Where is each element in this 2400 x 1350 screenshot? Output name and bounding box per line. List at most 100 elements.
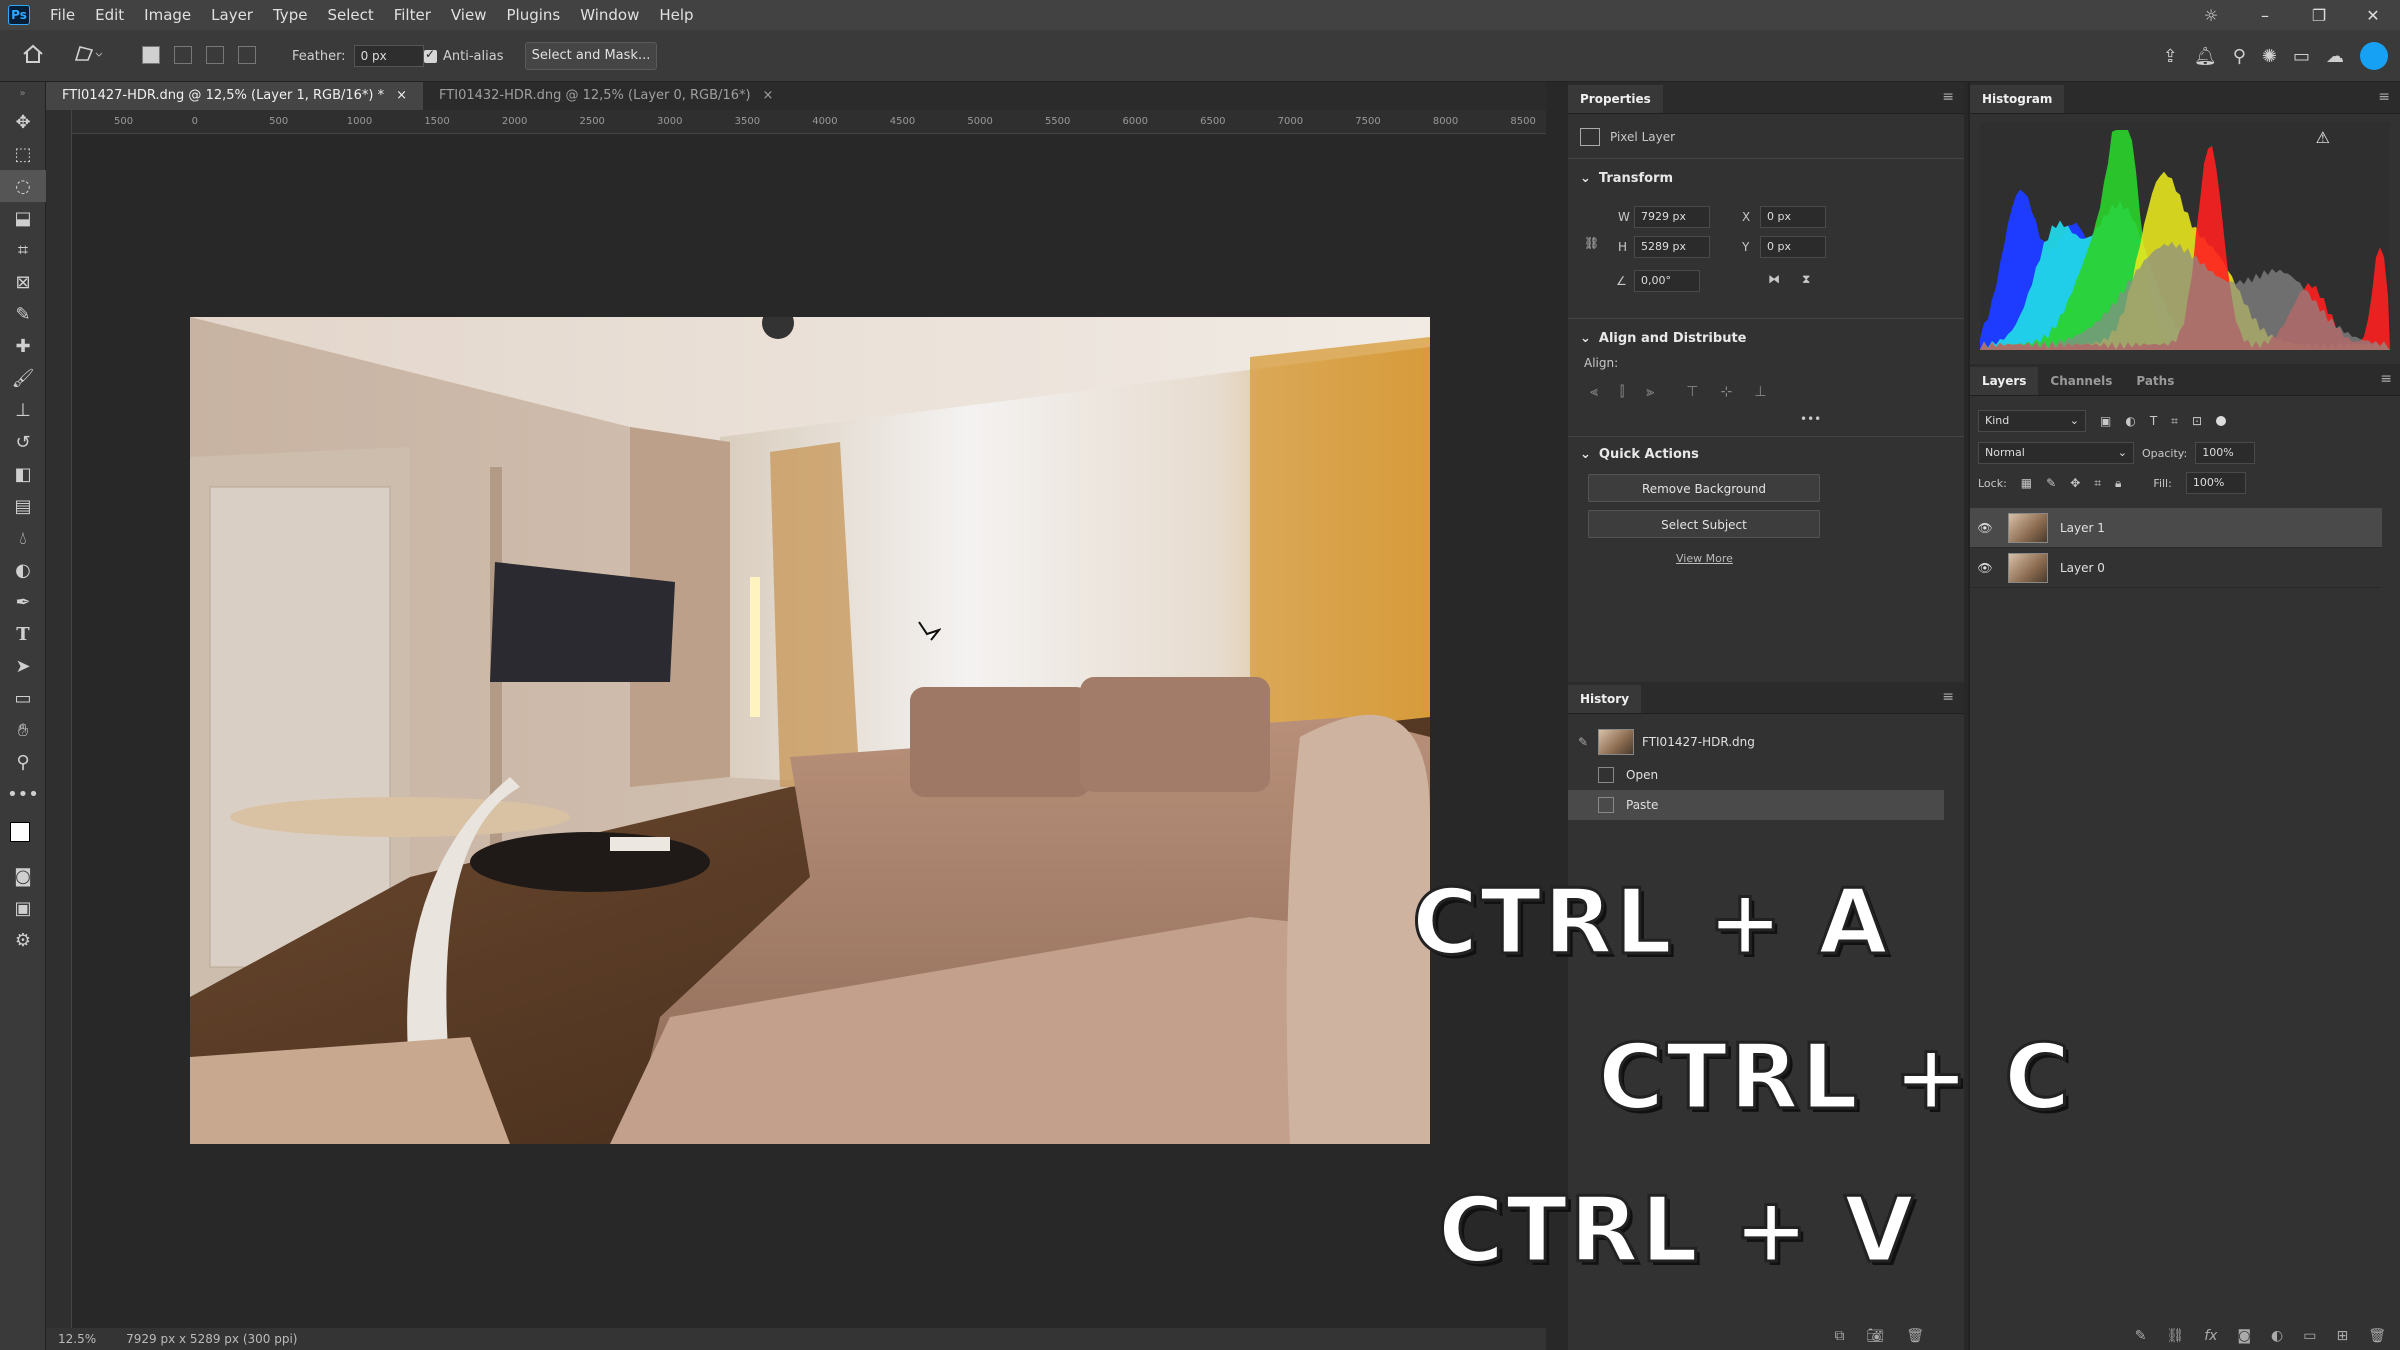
- close-icon[interactable]: ✕: [2346, 6, 2400, 25]
- tab-close-icon[interactable]: ×: [396, 82, 407, 110]
- remove-background-button[interactable]: Remove Background: [1588, 474, 1820, 502]
- align-left-icon[interactable]: ⫷: [1590, 384, 1598, 400]
- menu-type[interactable]: Type: [263, 0, 317, 30]
- workspace-icon[interactable]: ▭: [2293, 46, 2310, 67]
- select-subject-button[interactable]: Select Subject: [1588, 510, 1820, 538]
- history-step[interactable]: Paste: [1568, 790, 1944, 820]
- align-right-icon[interactable]: ⫸: [1646, 384, 1654, 400]
- blend-mode-select[interactable]: Normal ⌄: [1978, 442, 2134, 464]
- adjustment-layer-icon[interactable]: ◐: [2271, 1328, 2283, 1344]
- rectangle-tool-icon[interactable]: ▭: [0, 682, 46, 714]
- align-center-h-icon[interactable]: ⫿: [1620, 384, 1624, 400]
- panel-menu-icon[interactable]: ≡: [1942, 689, 1954, 705]
- opacity-field[interactable]: 100%: [2195, 442, 2256, 464]
- panel-menu-icon[interactable]: ≡: [2380, 371, 2392, 387]
- lightbulb-icon[interactable]: ✺: [2262, 46, 2277, 67]
- menu-file[interactable]: File: [40, 0, 85, 30]
- eraser-tool-icon[interactable]: ◧: [0, 458, 46, 490]
- visibility-eye-icon[interactable]: 👁︎: [1970, 521, 2000, 535]
- layer-row-layer-0[interactable]: 👁︎ Layer 0: [1970, 548, 2382, 588]
- path-selection-icon[interactable]: ➤: [0, 650, 46, 682]
- marquee-tool-icon[interactable]: ⬚: [0, 138, 46, 170]
- intersect-selection-icon[interactable]: [238, 46, 256, 64]
- more-options-icon[interactable]: •••: [1800, 412, 1952, 426]
- tab-paths[interactable]: Paths: [2124, 367, 2186, 395]
- eyedropper-tool-icon[interactable]: ✎: [0, 298, 46, 330]
- gradient-tool-icon[interactable]: ▤: [0, 490, 46, 522]
- y-field[interactable]: 0 px: [1760, 236, 1826, 258]
- brush-tool-icon[interactable]: 🖌︎: [0, 362, 46, 394]
- history-snapshot[interactable]: ✎ FTI01427-HDR.dng: [1568, 724, 1944, 760]
- history-step[interactable]: Open: [1568, 760, 1944, 790]
- antialias-checkbox[interactable]: [424, 47, 437, 63]
- tab-close-icon[interactable]: ×: [763, 82, 774, 110]
- tab-history[interactable]: History: [1568, 685, 1642, 713]
- lock-transparent-icon[interactable]: ▦: [2021, 476, 2032, 490]
- crop-tool-icon[interactable]: ⌗: [0, 234, 46, 266]
- document-image[interactable]: [190, 317, 1430, 1144]
- menu-window[interactable]: Window: [570, 0, 649, 30]
- width-field[interactable]: 7929 px: [1634, 206, 1710, 228]
- stamp-tool-icon[interactable]: ⊥: [0, 394, 46, 426]
- menu-layer[interactable]: Layer: [201, 0, 263, 30]
- trash-icon[interactable]: 🗑︎: [2368, 1328, 2386, 1344]
- align-middle-v-icon[interactable]: ⊹: [1721, 384, 1733, 400]
- share-icon[interactable]: ⇪: [2163, 46, 2178, 67]
- toolbar-collapse-icon[interactable]: »: [0, 82, 45, 106]
- restore-icon[interactable]: ❐: [2292, 6, 2346, 25]
- brightness-icon[interactable]: ☼: [2184, 6, 2238, 25]
- quick-actions-section[interactable]: ⌄ Quick Actions: [1580, 447, 1952, 462]
- tab-document-1[interactable]: FTI01427-HDR.dng @ 12,5% (Layer 1, RGB/1…: [46, 82, 424, 110]
- lock-all-icon[interactable]: 🔒︎: [2115, 476, 2121, 491]
- more-tools-icon[interactable]: •••: [0, 778, 46, 810]
- menu-help[interactable]: Help: [649, 0, 703, 30]
- flip-horizontal-icon[interactable]: ⧓: [1768, 272, 1780, 286]
- menu-edit[interactable]: Edit: [85, 0, 134, 30]
- menu-select[interactable]: Select: [317, 0, 383, 30]
- foreground-color-swatch[interactable]: [10, 822, 30, 842]
- view-more-link[interactable]: View More: [1676, 552, 1952, 565]
- transform-section[interactable]: ⌄ Transform: [1580, 171, 1952, 186]
- history-brush-source-icon[interactable]: ✎: [1568, 735, 1598, 749]
- fill-field[interactable]: 100%: [2185, 472, 2246, 494]
- filter-pixel-icon[interactable]: ▣: [2100, 414, 2111, 428]
- quick-mask-icon[interactable]: ◙: [0, 860, 46, 892]
- layer-style-icon[interactable]: fx: [2204, 1328, 2217, 1344]
- tab-layers[interactable]: Layers: [1970, 367, 2039, 395]
- pen-tool-icon[interactable]: ✒: [0, 586, 46, 618]
- new-document-from-state-icon[interactable]: ⧉: [1834, 1328, 1844, 1344]
- add-mask-icon[interactable]: ◙: [2237, 1328, 2251, 1344]
- lock-pixels-icon[interactable]: ✎: [2046, 476, 2056, 490]
- antialias-group[interactable]: Anti-alias: [424, 47, 503, 64]
- link-icon[interactable]: ⛓: [1584, 236, 1599, 250]
- home-icon[interactable]: [22, 44, 44, 64]
- edit-toolbar-icon[interactable]: ⚙: [0, 924, 46, 956]
- dodge-tool-icon[interactable]: ◐: [0, 554, 46, 586]
- layer-row-layer-1[interactable]: 👁︎ Layer 1: [1970, 508, 2382, 548]
- x-field[interactable]: 0 px: [1760, 206, 1826, 228]
- type-tool-icon[interactable]: T: [0, 618, 46, 650]
- blur-tool-icon[interactable]: 💧︎: [0, 522, 46, 554]
- kind-filter-select[interactable]: Kind ⌄: [1978, 410, 2086, 432]
- healing-brush-icon[interactable]: ✚: [0, 330, 46, 362]
- menu-image[interactable]: Image: [134, 0, 201, 30]
- flip-vertical-icon[interactable]: ⧗: [1802, 272, 1810, 287]
- history-brush-icon[interactable]: ↺: [0, 426, 46, 458]
- document-info[interactable]: 7929 px x 5289 px (300 ppi): [126, 1332, 297, 1346]
- minimize-icon[interactable]: –: [2238, 6, 2292, 25]
- visibility-eye-icon[interactable]: 👁︎: [1970, 561, 2000, 575]
- tab-channels[interactable]: Channels: [2038, 367, 2124, 395]
- tab-histogram[interactable]: Histogram: [1970, 85, 2065, 113]
- creative-cloud-avatar[interactable]: [2360, 42, 2388, 70]
- link-layers-icon[interactable]: ⛓: [2166, 1328, 2184, 1344]
- lock-position-icon[interactable]: ✥: [2070, 476, 2080, 490]
- align-section[interactable]: ⌄ Align and Distribute: [1580, 331, 1952, 346]
- align-bottom-icon[interactable]: ⊥: [1754, 384, 1766, 400]
- new-layer-icon[interactable]: ⊞: [2336, 1328, 2348, 1344]
- add-selection-icon[interactable]: [174, 46, 192, 64]
- angle-field[interactable]: 0,00°: [1634, 270, 1700, 292]
- align-top-icon[interactable]: ⊤: [1686, 384, 1698, 400]
- lasso-tool-icon[interactable]: ◌: [0, 170, 46, 202]
- panel-menu-icon[interactable]: ≡: [2378, 89, 2390, 105]
- search-icon[interactable]: ⚲: [2233, 46, 2246, 67]
